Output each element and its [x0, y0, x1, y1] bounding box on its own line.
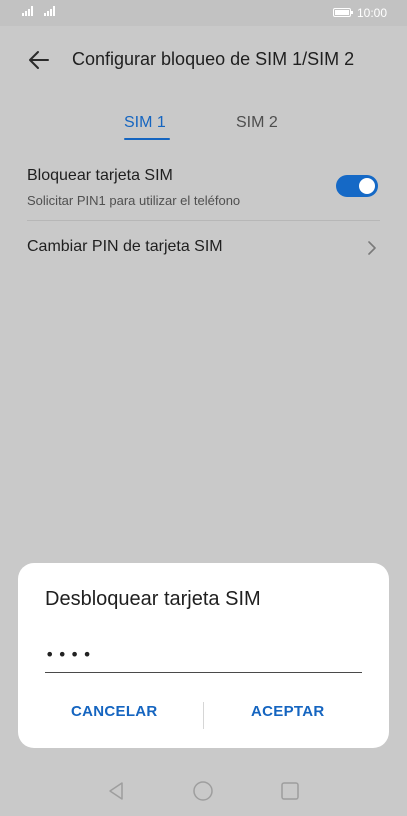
change-pin-title: Cambiar PIN de tarjeta SIM — [27, 238, 223, 255]
back-arrow-icon[interactable] — [24, 45, 54, 75]
lock-sim-toggle[interactable] — [336, 175, 378, 197]
dialog-title: Desbloquear tarjeta SIM — [45, 588, 261, 610]
status-time: 10:00 — [357, 6, 388, 20]
signal-sim2-icon — [44, 6, 58, 16]
change-pin-row[interactable]: Cambiar PIN de tarjeta SIM — [0, 222, 407, 274]
nav-recent-icon[interactable] — [279, 780, 301, 802]
lock-sim-title: Bloquear tarjeta SIM — [27, 167, 173, 184]
button-separator — [203, 702, 204, 729]
signal-sim1-icon — [22, 6, 36, 16]
tab-sim2[interactable]: SIM 2 — [236, 114, 278, 132]
toggle-knob — [359, 178, 375, 194]
cancel-button[interactable]: CANCELAR — [71, 703, 158, 720]
pin-input[interactable] — [45, 639, 362, 673]
page-title: Configurar bloqueo de SIM 1/SIM 2 — [72, 49, 355, 69]
sim-tabs: SIM 1 SIM 2 — [0, 108, 407, 144]
nav-back-icon[interactable] — [105, 780, 127, 802]
nav-home-icon[interactable] — [192, 780, 214, 802]
navigation-bar — [0, 766, 407, 816]
chevron-right-icon — [368, 241, 376, 255]
tab-indicator — [124, 138, 170, 140]
status-bar: 10:00 — [0, 0, 407, 26]
divider — [27, 220, 380, 221]
tab-sim1[interactable]: SIM 1 — [124, 114, 166, 132]
lock-sim-row[interactable]: Bloquear tarjeta SIM Solicitar PIN1 para… — [0, 160, 407, 220]
accept-button[interactable]: ACEPTAR — [251, 703, 325, 720]
battery-icon — [333, 8, 353, 17]
unlock-sim-dialog: Desbloquear tarjeta SIM CANCELAR ACEPTAR — [18, 563, 389, 748]
app-bar: Configurar bloqueo de SIM 1/SIM 2 — [0, 26, 407, 94]
lock-sim-subtitle: Solicitar PIN1 para utilizar el teléfono — [27, 193, 241, 208]
